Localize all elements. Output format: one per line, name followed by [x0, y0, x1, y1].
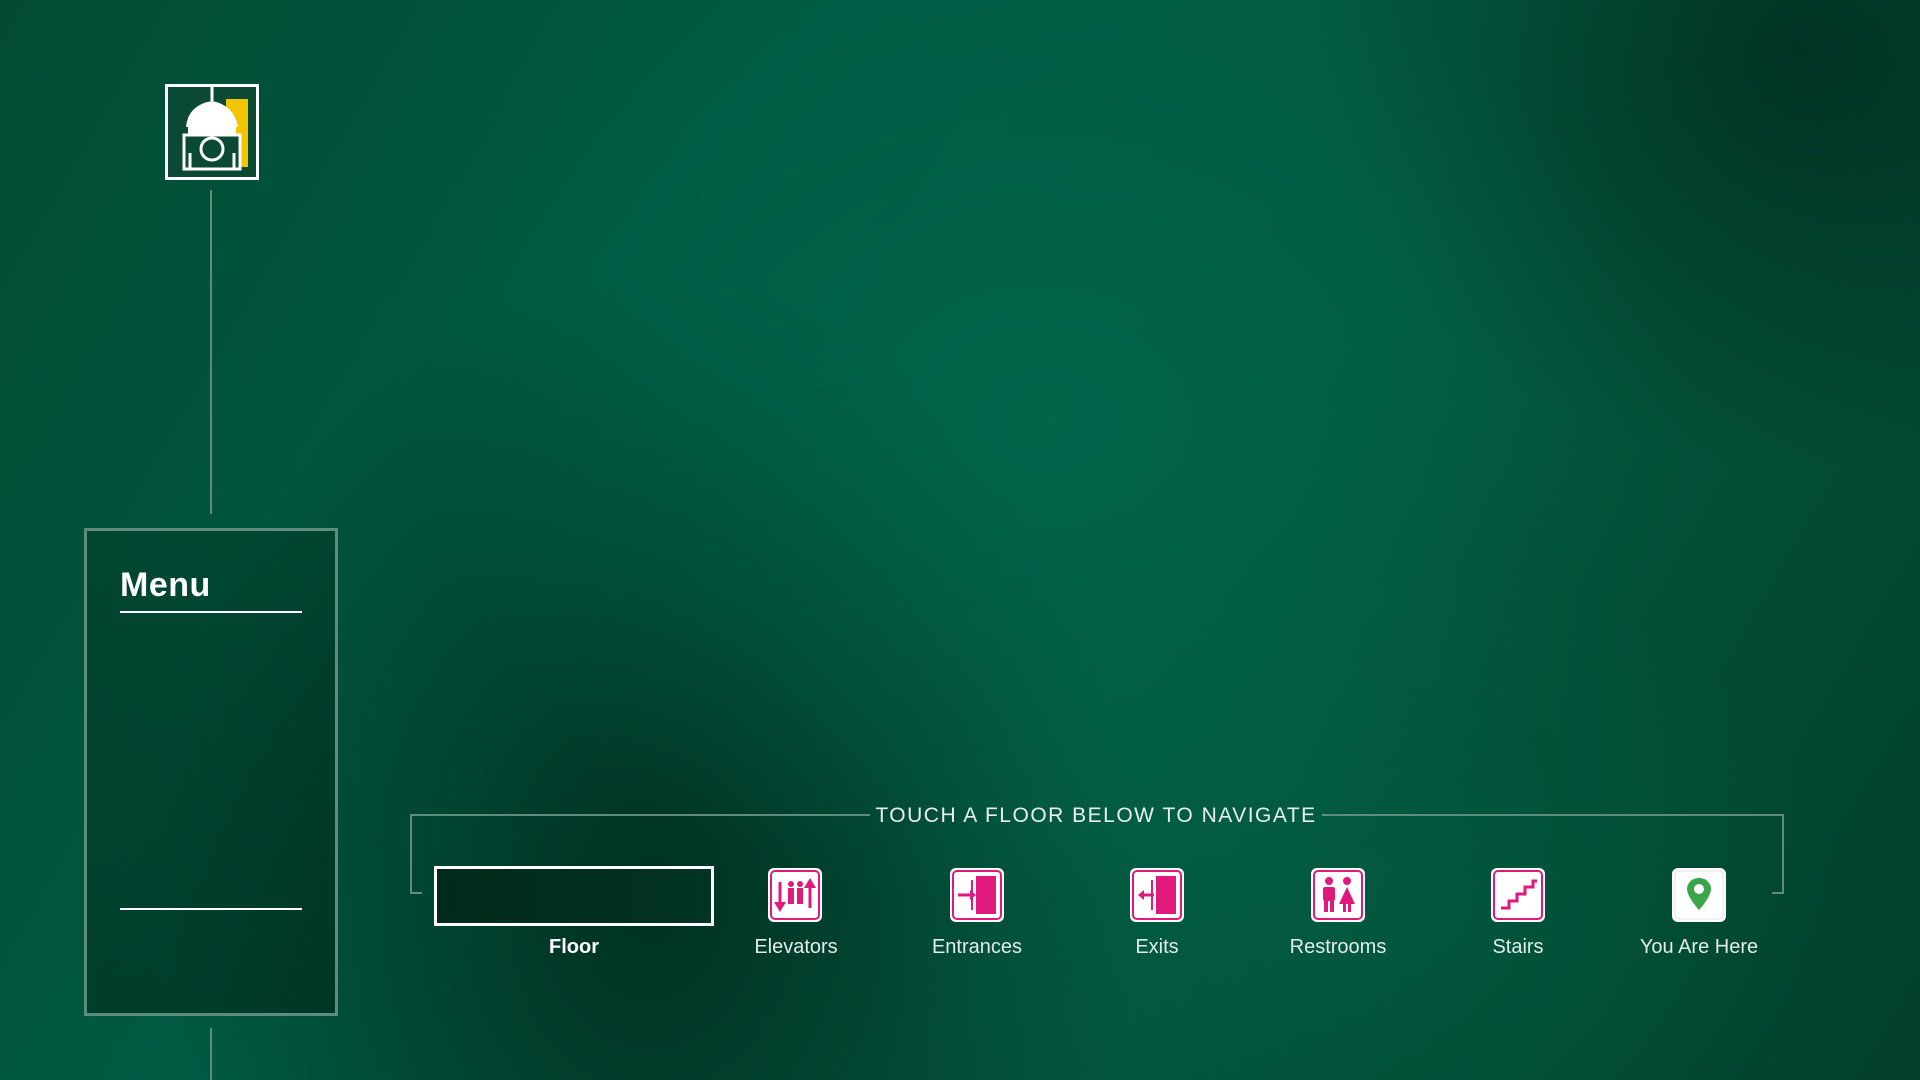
menu-title: Menu	[120, 566, 211, 604]
nav-heading: TOUCH A FLOOR BELOW TO NAVIGATE	[875, 804, 1317, 827]
clock-tower-icon	[168, 87, 256, 177]
floor-button[interactable]	[434, 866, 714, 926]
legend-label-restrooms: Restrooms	[1289, 936, 1387, 958]
legend-label-entrances: Entrances	[931, 936, 1023, 958]
nav-frame-top-right	[1322, 814, 1784, 816]
connector-line-bottom	[210, 1028, 212, 1080]
nav-frame-left	[410, 814, 412, 894]
connector-line-top	[210, 190, 212, 514]
legend-label-you-are-here: You Are Here	[1639, 936, 1759, 958]
floor-label: Floor	[549, 936, 599, 958]
nav-frame-tick-right	[1772, 892, 1784, 894]
nav-frame-tick-left	[410, 892, 422, 894]
stairs-icon[interactable]	[1491, 868, 1545, 922]
legend-label-exits: Exits	[1135, 936, 1179, 958]
menu-title-underline	[120, 611, 302, 613]
restroom-icon[interactable]	[1311, 868, 1365, 922]
you-are-here-pin-icon[interactable]	[1672, 868, 1726, 922]
university-logo	[165, 84, 259, 180]
legend-label-elevators: Elevators	[754, 936, 838, 958]
elevator-icon[interactable]	[768, 868, 822, 922]
nav-frame-right	[1782, 814, 1784, 894]
legend-label-stairs: Stairs	[1492, 936, 1544, 958]
nav-frame-top-left	[410, 814, 870, 816]
exit-icon[interactable]	[1130, 868, 1184, 922]
entrance-icon[interactable]	[950, 868, 1004, 922]
menu-bottom-divider	[120, 908, 302, 910]
